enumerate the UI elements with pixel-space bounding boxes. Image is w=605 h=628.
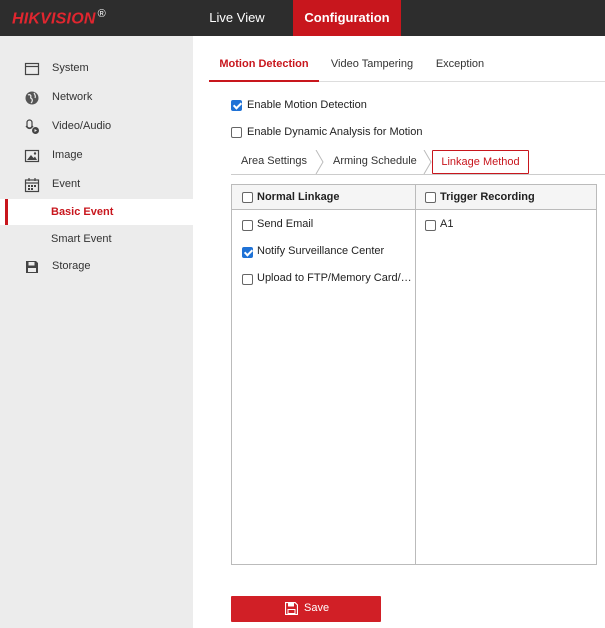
record-a1-label: A1 (440, 218, 454, 230)
sidebar-subitem-basic-event[interactable]: Basic Event (0, 199, 193, 225)
mic-video-icon (25, 119, 39, 134)
image-icon (24, 149, 40, 163)
tab-motion-detection[interactable]: Motion Detection (209, 50, 319, 82)
enable-motion-checkbox[interactable] (231, 100, 242, 111)
linkage-subtabs: Area Settings Arming Schedule Linkage Me… (231, 150, 605, 175)
save-disk-icon (285, 602, 298, 615)
upload-ftp-checkbox[interactable] (242, 274, 253, 285)
sidebar-item-label: Network (52, 91, 93, 103)
sidebar-subitem-label: Smart Event (51, 233, 112, 245)
sidebar-item-system[interactable]: System (0, 56, 193, 82)
brand-logo: HIKVISION ® (12, 8, 106, 28)
monitor-icon (24, 62, 40, 76)
normal-linkage-title: Normal Linkage (257, 191, 340, 203)
sidebar-item-storage[interactable]: Storage (0, 254, 193, 280)
main-tabs: Motion Detection Video Tampering Excepti… (209, 50, 605, 82)
sidebar-item-event[interactable]: Event (0, 172, 193, 198)
notify-surveillance-center-label: Notify Surveillance Center (257, 245, 385, 257)
save-button-label: Save (304, 602, 330, 614)
sidebar-item-label: Image (52, 149, 83, 161)
column-divider (415, 185, 416, 564)
chevron-separator-icon (315, 150, 324, 174)
top-navigation-bar: HIKVISION ® Live View Configuration (0, 0, 605, 36)
linkage-panel: Normal Linkage Trigger Recording Send Em… (231, 184, 597, 565)
save-button[interactable]: Save (231, 596, 381, 622)
enable-dynamic-checkbox[interactable] (231, 127, 242, 138)
sidebar: System Network Video/Audio Image Event B… (0, 36, 193, 628)
notify-surveillance-center-checkbox[interactable] (242, 247, 253, 258)
sidebar-item-video-audio[interactable]: Video/Audio (0, 114, 193, 140)
subtab-linkage-method[interactable]: Linkage Method (432, 150, 529, 174)
send-email-checkbox[interactable] (242, 220, 253, 231)
upload-ftp-label: Upload to FTP/Memory Card/… (257, 272, 412, 284)
tab-exception[interactable]: Exception (427, 50, 493, 82)
sidebar-item-network[interactable]: Network (0, 85, 193, 111)
calendar-icon (24, 178, 40, 193)
enable-motion-label: Enable Motion Detection (247, 99, 367, 111)
sidebar-item-label: Video/Audio (52, 120, 112, 132)
globe-icon (25, 91, 39, 105)
tab-video-tampering[interactable]: Video Tampering (324, 50, 420, 82)
enable-dynamic-label: Enable Dynamic Analysis for Motion (247, 126, 423, 138)
nav-configuration[interactable]: Configuration (293, 0, 401, 36)
active-indicator (5, 199, 8, 225)
sidebar-item-label: Event (52, 178, 81, 190)
nav-live-view[interactable]: Live View (194, 0, 280, 36)
sidebar-subitem-label: Basic Event (51, 206, 114, 218)
sidebar-item-label: System (52, 62, 89, 74)
normal-linkage-select-all-checkbox[interactable] (242, 192, 253, 203)
sidebar-subitem-smart-event[interactable]: Smart Event (0, 226, 193, 252)
record-a1-checkbox[interactable] (425, 220, 436, 231)
trigger-recording-select-all-checkbox[interactable] (425, 192, 436, 203)
trigger-recording-title: Trigger Recording (440, 191, 535, 203)
sidebar-item-image[interactable]: Image (0, 143, 193, 169)
sidebar-item-label: Storage (52, 260, 91, 272)
send-email-label: Send Email (257, 218, 314, 230)
storage-icon (26, 261, 38, 273)
subtab-area-settings[interactable]: Area Settings (241, 150, 321, 174)
subtab-arming-schedule[interactable]: Arming Schedule (333, 150, 423, 174)
